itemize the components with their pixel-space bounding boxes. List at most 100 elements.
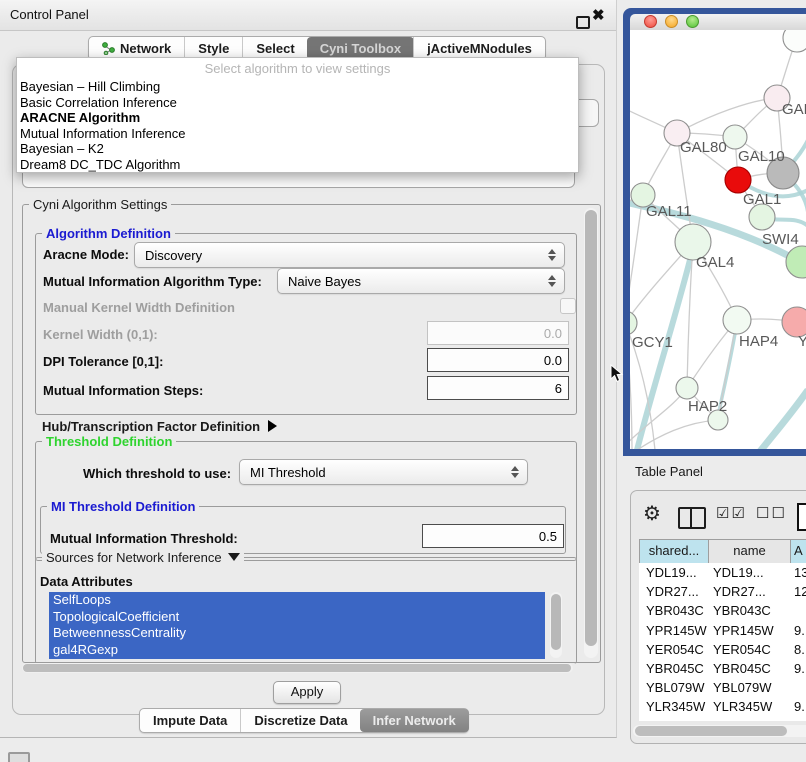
dropdown-item-mutual-information-inference[interactable]: Mutual Information Inference bbox=[17, 126, 578, 142]
float-window-icon[interactable] bbox=[576, 16, 590, 29]
table-row[interactable]: YDL19...YDL19...13 bbox=[639, 563, 806, 582]
attribute-list-scrollbar[interactable] bbox=[550, 592, 562, 658]
stepper-icon bbox=[544, 275, 560, 287]
attribute-item-gal4rgexp[interactable]: gal4RGexp bbox=[49, 642, 545, 659]
dropdown-item-basic-correlation-inference[interactable]: Basic Correlation Inference bbox=[17, 95, 578, 111]
bottom-tab-discretize-data[interactable]: Discretize Data bbox=[240, 709, 360, 732]
column-header-name[interactable]: name bbox=[709, 540, 791, 564]
gear-icon[interactable]: ⚙ bbox=[643, 501, 661, 526]
node-label-y: Y bbox=[798, 333, 806, 350]
tab-label: jActiveMNodules bbox=[427, 41, 532, 56]
algorithm-definition-title: Algorithm Definition bbox=[42, 226, 175, 241]
dropdown-item-bayesian-hill-climbing[interactable]: Bayesian – Hill Climbing bbox=[17, 79, 578, 95]
algorithm-definition-group: Algorithm Definition Aracne Mode: Discov… bbox=[35, 233, 577, 415]
algorithm-dropdown-popup: Select algorithm to view settings Bayesi… bbox=[16, 57, 579, 173]
bottom-tab-infer-network[interactable]: Infer Network bbox=[360, 709, 469, 732]
network-window-titlebar[interactable] bbox=[630, 14, 806, 31]
dropdown-item-list: Bayesian – Hill ClimbingBasic Correlatio… bbox=[17, 79, 578, 172]
document-icon[interactable] bbox=[797, 503, 806, 531]
column-header-shared[interactable]: shared... bbox=[639, 540, 709, 564]
settings-scrollbar[interactable] bbox=[584, 208, 598, 658]
mouse-cursor bbox=[610, 364, 624, 384]
column-header-a[interactable]: A bbox=[791, 540, 806, 564]
network-node[interactable] bbox=[783, 30, 806, 52]
aracne-mode-value: Discovery bbox=[135, 248, 544, 263]
network-edge[interactable] bbox=[630, 195, 643, 330]
attribute-item-betweennesscentrality[interactable]: BetweennessCentrality bbox=[49, 625, 545, 642]
bottom-tab-label: Impute Data bbox=[153, 713, 227, 728]
table-cell: YLR345W bbox=[639, 697, 709, 716]
network-graph: GALGAL80GAL10GAL1GAL11SWI4GAL4GCY1HAP4YH… bbox=[630, 30, 806, 449]
table-cell: YBR045C bbox=[639, 659, 709, 678]
attribute-item-topologicalcoefficient[interactable]: TopologicalCoefficient bbox=[49, 609, 545, 626]
table-cell: 9. bbox=[791, 621, 806, 640]
hub-definition-label: Hub/Transcription Factor Definition bbox=[42, 419, 260, 434]
select-all-checkboxes-icon[interactable]: ☑☑ bbox=[716, 504, 747, 522]
tab-label: Network bbox=[120, 41, 171, 56]
zoom-traffic-light-icon[interactable] bbox=[686, 15, 699, 28]
settings-horizontal-scrollbar[interactable] bbox=[22, 663, 573, 673]
minimized-panel-icon[interactable] bbox=[8, 752, 30, 762]
mi-steps-label: Mutual Information Steps: bbox=[43, 383, 203, 398]
table-row[interactable]: YBR045CYBR045C9. bbox=[639, 659, 806, 678]
network-canvas[interactable]: GALGAL80GAL10GAL1GAL11SWI4GAL4GCY1HAP4YH… bbox=[630, 30, 806, 449]
network-node[interactable] bbox=[725, 167, 751, 193]
network-node[interactable] bbox=[786, 246, 806, 278]
apply-button[interactable]: Apply bbox=[273, 681, 341, 704]
dpi-tolerance-field[interactable]: 0.0 bbox=[427, 348, 569, 372]
cyni-algorithm-settings-group: Cyni Algorithm Settings Algorithm Defini… bbox=[22, 204, 601, 663]
stepper-icon bbox=[544, 249, 560, 261]
table-header-row: shared...nameA bbox=[639, 539, 806, 565]
close-traffic-light-icon[interactable] bbox=[644, 15, 657, 28]
table-row[interactable]: YDR27...YDR27...12 bbox=[639, 582, 806, 601]
tab-label: Style bbox=[198, 41, 229, 56]
kernel-width-field[interactable]: 0.0 bbox=[427, 321, 569, 345]
table-cell: 13 bbox=[791, 563, 806, 582]
data-attributes-list: SelfLoopsTopologicalCoefficientBetweenne… bbox=[49, 592, 545, 659]
kernel-width-label: Kernel Width (0,1): bbox=[43, 327, 158, 342]
aracne-mode-combo[interactable]: Discovery bbox=[134, 242, 565, 268]
table-row[interactable]: YPR145WYPR145W9. bbox=[639, 621, 806, 640]
settings-group-title: Cyni Algorithm Settings bbox=[29, 197, 171, 212]
table-horizontal-scrollbar[interactable] bbox=[633, 725, 806, 737]
network-node[interactable] bbox=[630, 311, 637, 335]
table-cell bbox=[791, 601, 806, 620]
table-panel-title: Table Panel bbox=[635, 464, 703, 479]
column-layout-icon[interactable] bbox=[678, 507, 706, 529]
network-edge[interactable] bbox=[758, 390, 806, 449]
hub-definition-expander[interactable]: Hub/Transcription Factor Definition bbox=[42, 419, 277, 434]
attribute-item-selfloops[interactable]: SelfLoops bbox=[49, 592, 545, 609]
deselect-all-checkboxes-icon[interactable]: ☐☐ bbox=[756, 504, 787, 522]
stepper-icon bbox=[507, 466, 523, 478]
network-node[interactable] bbox=[676, 377, 698, 399]
dropdown-item-dream8-dc-tdc-algorithm[interactable]: Dream8 DC_TDC Algorithm bbox=[17, 157, 578, 173]
bottom-tab-impute-data[interactable]: Impute Data bbox=[140, 709, 240, 732]
table-cell: YDL19... bbox=[639, 563, 709, 582]
table-row[interactable]: YER054CYER054C8. bbox=[639, 640, 806, 659]
dropdown-item-aracne-algorithm[interactable]: ARACNE Algorithm bbox=[17, 110, 578, 126]
node-label-gal4: GAL4 bbox=[696, 254, 734, 271]
minimize-traffic-light-icon[interactable] bbox=[665, 15, 678, 28]
network-node[interactable] bbox=[723, 306, 751, 334]
mi-steps-field[interactable]: 6 bbox=[427, 376, 569, 400]
table-panel: ⚙ ☑☑ ☐☐ shared...nameA YDL19...YDL19...1… bbox=[630, 490, 806, 744]
dropdown-item-bayesian-k2[interactable]: Bayesian – K2 bbox=[17, 141, 578, 157]
mi-type-combo[interactable]: Naive Bayes bbox=[277, 268, 565, 294]
panel-title: Control Panel bbox=[10, 0, 89, 30]
table-row[interactable]: YLR345WYLR345W9. bbox=[639, 697, 806, 716]
table-row[interactable]: YBL079WYBL079W bbox=[639, 678, 806, 697]
collapse-down-icon bbox=[228, 553, 240, 561]
table-cell: 9. bbox=[791, 697, 806, 716]
table-cell: YBR045C bbox=[709, 659, 791, 678]
table-cell: YPR145W bbox=[639, 621, 709, 640]
table-cell: 8. bbox=[791, 717, 806, 722]
node-label-gal11: GAL11 bbox=[646, 203, 692, 220]
table-row[interactable]: YIL052CYIL052C8. bbox=[639, 717, 806, 722]
table-cell: YDL19... bbox=[709, 563, 791, 582]
mi-threshold-field[interactable]: 0.5 bbox=[422, 524, 564, 548]
which-threshold-combo[interactable]: MI Threshold bbox=[239, 459, 528, 485]
table-row[interactable]: YBR043CYBR043C bbox=[639, 601, 806, 620]
sources-group-title[interactable]: Sources for Network Inference bbox=[42, 550, 244, 565]
close-icon[interactable]: ✖ bbox=[592, 6, 605, 24]
manual-kernel-checkbox[interactable] bbox=[560, 298, 576, 314]
